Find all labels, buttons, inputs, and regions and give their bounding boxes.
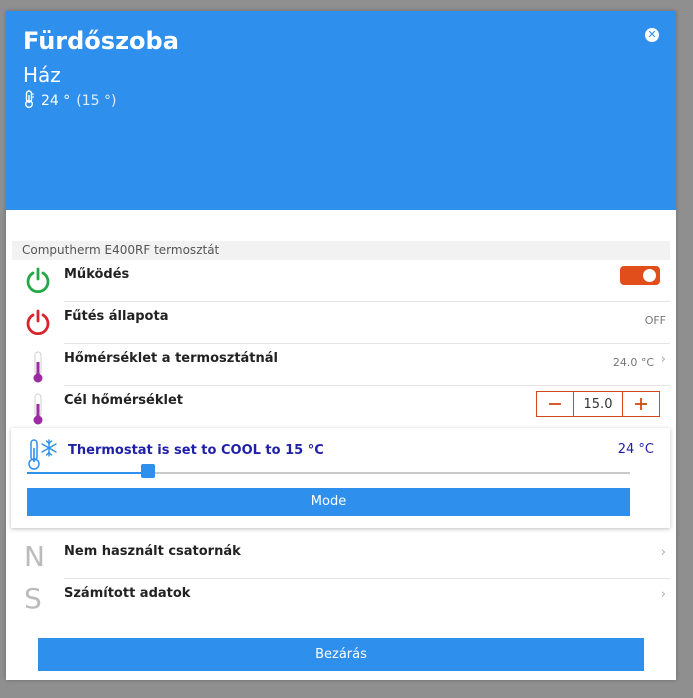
row-computed-data[interactable]: S Számított adatok › [12, 579, 670, 621]
thermostat-temp-label: Hőmérséklet a termosztátnál [64, 351, 279, 366]
plus-icon [635, 398, 647, 410]
n-letter-icon: N [24, 540, 45, 573]
header: Fürdőszoba Ház 24 ° (15 °) ✕ [6, 11, 676, 210]
thermometer-icon [24, 392, 52, 425]
close-button[interactable]: Bezárás [38, 638, 644, 671]
close-icon[interactable]: ✕ [645, 28, 659, 42]
target-temp-sub: (15 °) [76, 93, 117, 109]
current-temp: 24 ° [41, 93, 71, 109]
power-icon [24, 266, 52, 294]
row-heating: Fűtés állapota OFF [12, 302, 670, 344]
snowflake-thermometer-icon [27, 438, 59, 470]
room-title: Fürdőszoba [23, 27, 179, 55]
heating-label: Fűtés állapota [64, 309, 169, 324]
decrease-button[interactable] [536, 391, 574, 417]
header-temperature: 24 ° (15 °) [23, 90, 116, 112]
slider-thumb[interactable] [140, 464, 155, 478]
chevron-right-icon: › [660, 587, 666, 602]
working-label: Működés [64, 267, 130, 282]
house-name: Ház [23, 63, 61, 87]
heating-value: OFF [644, 314, 666, 327]
toggle-knob [643, 269, 656, 282]
target-temp-stepper: 15.0 [536, 391, 660, 417]
target-temp-label: Cél hőmérséklet [64, 393, 183, 408]
cool-mode-card: Thermostat is set to COOL to 15 °C 24 °C… [11, 428, 670, 528]
row-unused-channels[interactable]: N Nem használt csatornák › [12, 537, 670, 579]
slider-fill [27, 472, 148, 474]
dialog: Fürdőszoba Ház 24 ° (15 °) ✕ Computherm … [6, 11, 676, 680]
computed-data-label: Számított adatok [64, 586, 191, 601]
thermometer-icon [23, 90, 35, 112]
device-name: Computherm E400RF termosztát [12, 241, 670, 260]
minus-icon [549, 403, 561, 405]
increase-button[interactable] [622, 391, 660, 417]
row-target-temp: Cél hőmérséklet 15.0 [12, 386, 670, 428]
row-thermostat-temp[interactable]: Hőmérséklet a termosztátnál 24.0 °C › [12, 344, 670, 386]
unused-channels-label: Nem használt csatornák [64, 544, 241, 559]
target-temp-value[interactable]: 15.0 [574, 391, 622, 417]
thermostat-temp-value: 24.0 °C [612, 356, 654, 369]
working-toggle[interactable] [620, 266, 660, 285]
power-icon [24, 308, 52, 336]
cool-current-temp: 24 °C [617, 442, 654, 457]
chevron-right-icon: › [660, 545, 666, 560]
cool-status-text: Thermostat is set to COOL to 15 °C [68, 443, 324, 458]
thermometer-icon [24, 350, 52, 383]
s-letter-icon: S [24, 582, 42, 615]
chevron-right-icon: › [660, 352, 666, 367]
mode-button[interactable]: Mode [27, 488, 630, 516]
row-working: Működés [12, 260, 670, 302]
